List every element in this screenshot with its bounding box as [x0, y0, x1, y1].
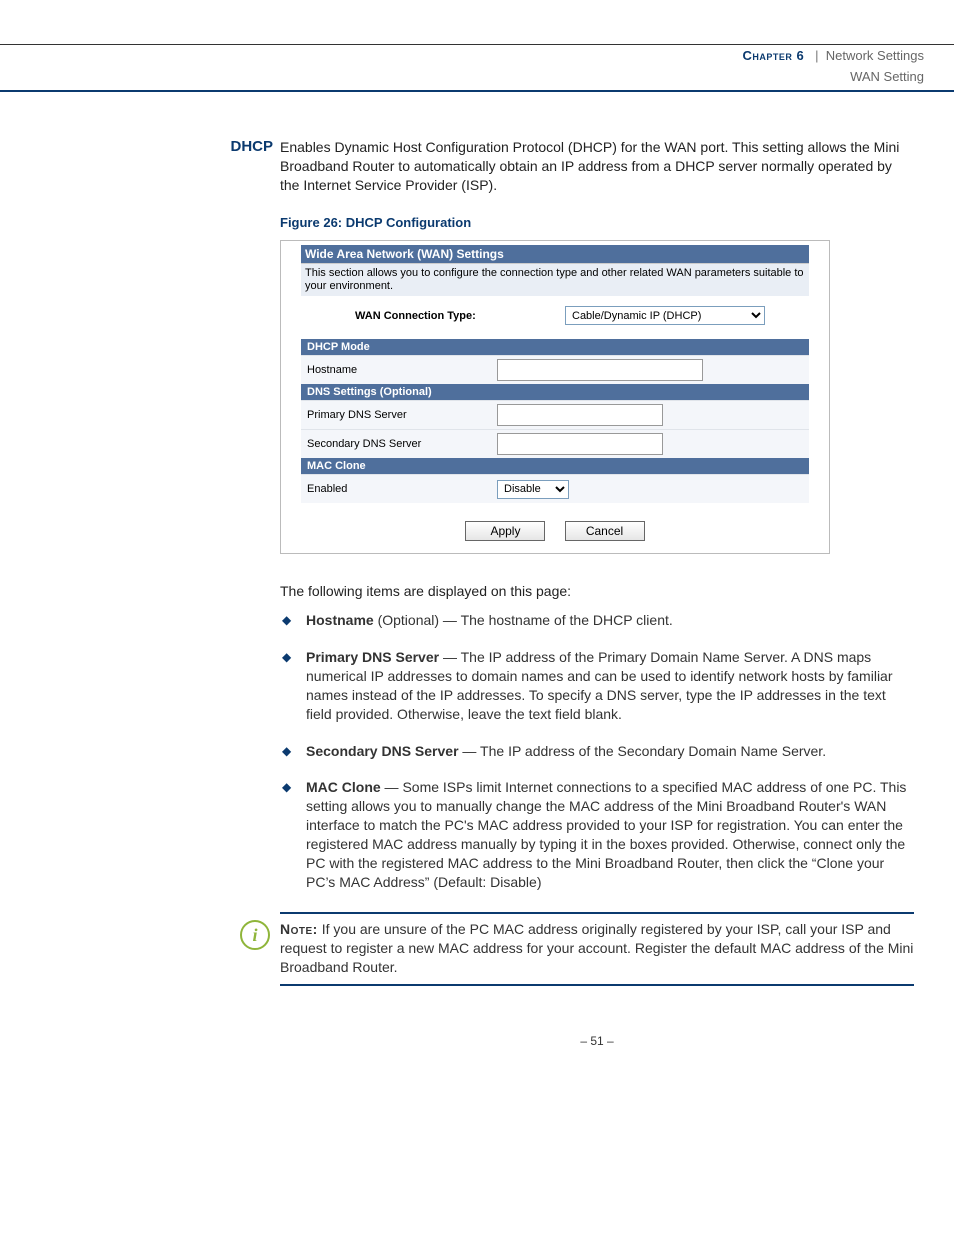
list-item: Primary DNS Server — The IP address of t… [300, 648, 914, 724]
item-rest: (Optional) — The hostname of the DHCP cl… [374, 612, 673, 628]
wan-conn-type-label: WAN Connection Type: [345, 310, 565, 322]
chapter-label: Chapter 6 [743, 48, 805, 63]
section-intro: Enables Dynamic Host Configuration Proto… [280, 138, 914, 195]
mac-enabled-label: Enabled [301, 483, 497, 495]
item-term: Primary DNS Server [306, 649, 439, 665]
wan-conn-type-select[interactable]: Cable/Dynamic IP (DHCP) [565, 306, 765, 325]
item-term: Secondary DNS Server [306, 743, 459, 759]
note-block: i Note: If you are unsure of the PC MAC … [280, 912, 914, 987]
figure-title-bar: Wide Area Network (WAN) Settings [301, 245, 809, 263]
item-rest: — The IP address of the Secondary Domain… [459, 743, 827, 759]
list-item: Secondary DNS Server — The IP address of… [300, 742, 914, 761]
list-item: MAC Clone — Some ISPs limit Internet con… [300, 778, 914, 891]
hostname-input[interactable] [497, 359, 703, 381]
page-header-line1: Chapter 6 | Network Settings [0, 45, 954, 66]
section-label: DHCP [208, 138, 273, 155]
primary-dns-input[interactable] [497, 404, 663, 426]
figure-dhcp-config: Wide Area Network (WAN) Settings This se… [280, 240, 830, 555]
note-text: If you are unsure of the PC MAC address … [280, 921, 913, 975]
primary-dns-label: Primary DNS Server [301, 409, 497, 421]
secondary-dns-input[interactable] [497, 433, 663, 455]
figure-description: This section allows you to configure the… [301, 263, 809, 297]
mac-clone-head: MAC Clone [301, 458, 809, 474]
item-term: MAC Clone [306, 779, 381, 795]
mac-enabled-select[interactable]: Disable [497, 480, 569, 499]
info-icon: i [240, 920, 270, 950]
hostname-label: Hostname [301, 364, 497, 376]
items-list: Hostname (Optional) — The hostname of th… [280, 611, 914, 892]
page-number: – 51 – [280, 1034, 914, 1048]
dhcp-mode-head: DHCP Mode [301, 339, 809, 355]
figure-caption: Figure 26: DHCP Configuration [280, 215, 914, 230]
list-item: Hostname (Optional) — The hostname of th… [300, 611, 914, 630]
dns-settings-head: DNS Settings (Optional) [301, 384, 809, 400]
note-label: Note: [280, 921, 318, 937]
item-rest: — Some ISPs limit Internet connections t… [306, 779, 906, 889]
items-lead: The following items are displayed on thi… [280, 582, 914, 601]
cancel-button[interactable]: Cancel [565, 521, 645, 541]
header-title: Network Settings [826, 48, 924, 63]
item-term: Hostname [306, 612, 374, 628]
secondary-dns-label: Secondary DNS Server [301, 438, 497, 450]
apply-button[interactable]: Apply [465, 521, 545, 541]
header-sep: | [815, 48, 818, 63]
page-header-line2: WAN Setting [0, 66, 954, 90]
